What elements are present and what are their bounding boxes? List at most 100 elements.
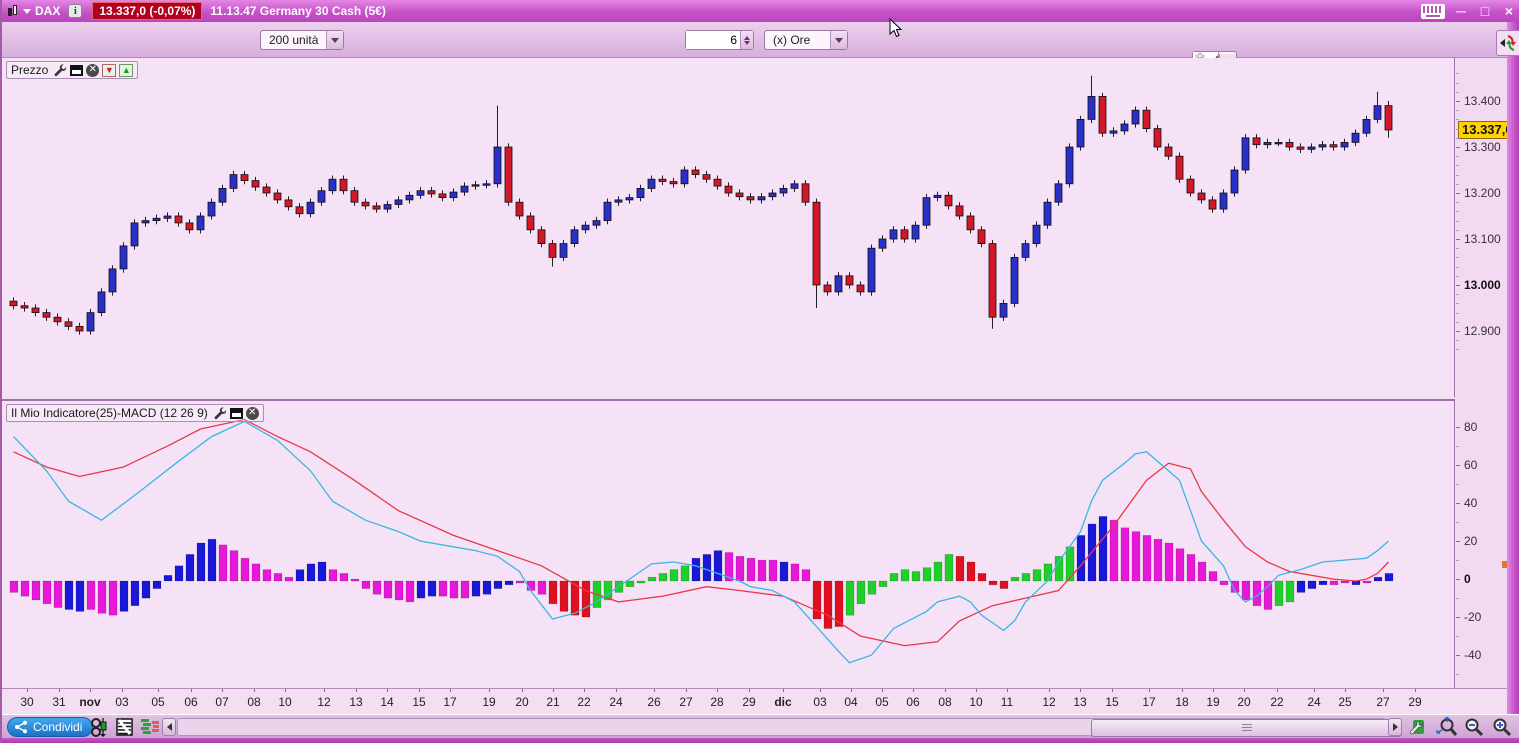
price-panel-header: Prezzo ✕ ▼ ▲ <box>6 61 139 79</box>
date-label: 13 <box>349 695 363 709</box>
axis-tick <box>1456 165 1459 167</box>
detach-window-icon[interactable] <box>229 407 243 419</box>
macd-panel-title: Il Mio Indicatore(25)-MACD (12 26 9) <box>11 406 208 420</box>
chart-settings-wrench-icon[interactable] <box>1407 717 1427 737</box>
info-button[interactable]: i <box>68 4 83 18</box>
axis-tick <box>1456 331 1460 332</box>
detach-window-icon[interactable] <box>70 64 84 76</box>
date-tick <box>158 689 159 692</box>
application-window: DAX i 13.337,0 (-0,07%) 11.13.47 Germany… <box>0 0 1519 743</box>
scroll-right-button[interactable] <box>1388 718 1402 736</box>
macd-axis-label: -40 <box>1464 648 1482 662</box>
axis-tick <box>1456 183 1459 185</box>
date-label: 19 <box>1206 695 1220 709</box>
date-label: 18 <box>1175 695 1189 709</box>
macd-panel-header: Il Mio Indicatore(25)-MACD (12 26 9) ✕ <box>6 404 264 422</box>
date-tick <box>1415 689 1416 692</box>
wrench-icon[interactable] <box>53 63 67 77</box>
wrench-icon[interactable] <box>213 406 227 420</box>
axis-tick <box>1456 73 1459 75</box>
price-chart-canvas[interactable] <box>2 58 1454 396</box>
axis-tick <box>1456 266 1459 268</box>
axis-tick <box>1456 636 1459 637</box>
maximize-button[interactable]: □ <box>1477 4 1493 18</box>
zoom-drag-icon[interactable] <box>1434 717 1460 737</box>
scroll-left-button[interactable] <box>162 718 176 736</box>
price-axis[interactable]: 13.337,0 13.400 13.300 13.200 13.100 13.000 1… <box>1456 58 1517 688</box>
date-label: 30 <box>20 695 34 709</box>
axis-tick <box>1456 522 1459 523</box>
axis-tick <box>1456 349 1459 351</box>
macd-panel[interactable]: Il Mio Indicatore(25)-MACD (12 26 9) ✕ <box>2 399 1455 688</box>
minimize-button[interactable]: ─ <box>1453 4 1469 18</box>
move-down-icon[interactable]: ▼ <box>102 63 117 77</box>
share-button[interactable]: Condividi <box>7 717 94 737</box>
axis-tick <box>1456 220 1459 222</box>
price-panel[interactable]: Prezzo ✕ ▼ ▲ © IT-Finance.com Dati indic… <box>2 58 1455 454</box>
axis-tick <box>1456 294 1459 296</box>
date-label: 11 <box>1000 695 1014 709</box>
date-label: 21 <box>546 695 560 709</box>
symbol-title: DAX <box>35 4 61 18</box>
session-info-text: 11.13.47 Germany 30 Cash (5€) <box>210 4 386 18</box>
period-spinner[interactable] <box>740 31 753 49</box>
zoom-in-icon[interactable] <box>1492 717 1512 737</box>
date-label: 08 <box>247 695 261 709</box>
period-input[interactable] <box>686 31 740 49</box>
units-select-arrow[interactable] <box>326 31 344 49</box>
date-label: 10 <box>278 695 292 709</box>
axis-tick <box>1456 193 1460 194</box>
title-bar[interactable]: DAX i 13.337,0 (-0,07%) 11.13.47 Germany… <box>2 0 1519 22</box>
macd-axis-label: 80 <box>1464 420 1478 434</box>
date-label: 26 <box>647 695 661 709</box>
date-tick <box>913 689 914 692</box>
close-panel-icon[interactable]: ✕ <box>86 63 100 77</box>
candlestick-icon <box>8 4 17 18</box>
collapse-panel-icon <box>1500 35 1516 51</box>
date-label: 03 <box>115 695 129 709</box>
move-up-icon[interactable]: ▲ <box>119 63 134 77</box>
zoom-out-icon[interactable] <box>1464 717 1484 737</box>
axis-tick <box>1456 560 1459 561</box>
axis-tick <box>1456 174 1459 176</box>
collapse-panel-button[interactable] <box>1496 30 1519 56</box>
chart-scrollbar[interactable] <box>162 718 1402 737</box>
date-tick <box>191 689 192 692</box>
timeframe-select[interactable]: (x) Ore <box>764 30 848 50</box>
axis-tick <box>1456 674 1459 675</box>
date-tick <box>285 689 286 692</box>
date-label: 05 <box>151 695 165 709</box>
date-label: 27 <box>1376 695 1390 709</box>
market-depth-icon[interactable] <box>140 717 160 737</box>
candlestick-tool-icon[interactable] <box>90 717 110 737</box>
bottom-edge <box>2 738 1519 743</box>
macd-chart-canvas[interactable] <box>2 401 1454 688</box>
units-select[interactable]: 200 unità <box>260 30 345 50</box>
date-axis[interactable]: 30 31 nov 03 05 06 07 08 10 12 13 14 15 17 19 20 21 22 24 2… <box>2 688 1507 714</box>
date-tick <box>783 689 784 692</box>
date-label: 22 <box>1270 695 1284 709</box>
scrollbar-thumb[interactable] <box>1091 719 1402 737</box>
scrollbar-track[interactable] <box>177 718 1402 737</box>
axis-tick <box>1456 156 1459 158</box>
axis-tick <box>1456 579 1460 580</box>
period-stepper[interactable] <box>685 30 754 50</box>
date-label: 29 <box>1408 695 1422 709</box>
date-label: 24 <box>1307 695 1321 709</box>
axis-tick <box>1456 257 1459 259</box>
axis-tick <box>1456 484 1459 485</box>
date-tick <box>820 689 821 692</box>
close-button[interactable]: × <box>1501 4 1517 18</box>
date-tick <box>717 689 718 692</box>
date-tick <box>976 689 977 692</box>
chevron-down-icon[interactable] <box>23 8 31 14</box>
close-panel-icon[interactable]: ✕ <box>245 406 259 420</box>
axis-tick <box>1456 465 1460 466</box>
news-icon[interactable] <box>114 717 134 737</box>
keyboard-icon[interactable] <box>1421 3 1445 19</box>
timeframe-select-arrow[interactable] <box>830 31 847 49</box>
date-label: 06 <box>184 695 198 709</box>
date-tick <box>1314 689 1315 692</box>
date-tick <box>59 689 60 692</box>
date-tick <box>1049 689 1050 692</box>
